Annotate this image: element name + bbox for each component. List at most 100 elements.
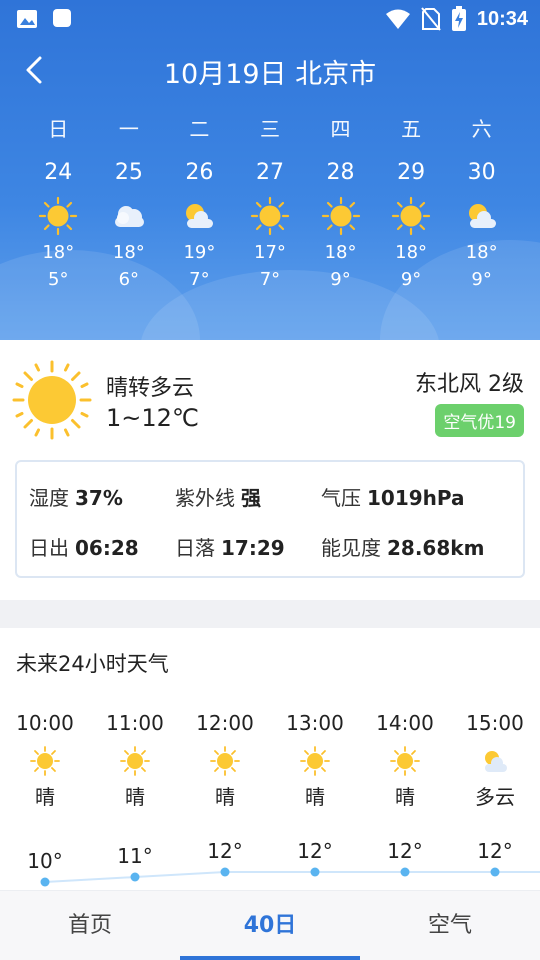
temperature-range: 1~12℃: [106, 404, 199, 432]
sun-icon: [390, 746, 420, 776]
uv-label: 紫外线: [175, 486, 235, 510]
date-label: 27: [255, 160, 284, 185]
temperature-label: 12°: [387, 839, 422, 863]
uv-item: 紫外线强: [175, 482, 321, 511]
sun-icon: [12, 360, 92, 440]
sun-icon: [250, 196, 290, 236]
temperature-point: [490, 867, 500, 877]
day-column[interactable]: 五 29 18° 9°: [376, 112, 447, 294]
today-summary: 晴转多云 1~12℃ 东北风 2级 空气优19 湿度 37% 紫外线强 气压 101…: [0, 340, 540, 600]
app-notification-icon: [53, 9, 71, 27]
temperature-line: [44, 871, 540, 883]
battery-charging-icon: [451, 6, 466, 31]
no-sim-icon: [421, 7, 441, 31]
sun-icon: [39, 196, 78, 236]
day-column[interactable]: 四 28 18° 9°: [305, 112, 376, 294]
temperature-label: 12°: [477, 839, 512, 863]
week-forecast: 日 24 18° 5° 一 25 18° 6° 二 26 19° 7° 三 27…: [23, 112, 517, 294]
bottom-navigation: 首页 40日 空气: [0, 890, 540, 960]
date-label: 24: [44, 160, 73, 185]
cloud-icon: [114, 206, 144, 227]
hour-column: 11:00 晴: [90, 708, 180, 812]
weekday-label: 六: [471, 117, 492, 141]
nav-air[interactable]: 空气: [360, 891, 540, 960]
temperature-label: 10°: [27, 849, 62, 873]
hour-condition: 晴: [125, 785, 145, 809]
hourly-list[interactable]: 10:00 晴 11:00 晴 12:00 晴 13:00 晴 14:00 晴 …: [0, 708, 540, 812]
sun-icon: [300, 746, 330, 776]
status-bar: 10:34: [0, 0, 540, 38]
high-temp: 19°: [183, 242, 216, 263]
date-label: 29: [397, 160, 426, 185]
day-column[interactable]: 三 27 17° 7°: [235, 112, 306, 294]
sun-icon: [30, 746, 60, 776]
visibility-item: 能见度 28.68km: [321, 532, 484, 561]
temperature-point: [220, 867, 230, 877]
sunrise-item: 日出 06:28: [29, 532, 175, 561]
pressure-value: 1019hPa: [367, 486, 465, 510]
partly-cloudy-icon: [485, 751, 507, 772]
nav-home[interactable]: 首页: [0, 891, 180, 960]
wifi-icon: [385, 9, 410, 29]
sunrise-label: 日出: [29, 536, 69, 560]
low-temp: 6°: [118, 269, 140, 290]
hour-time: 10:00: [16, 711, 74, 735]
day-column[interactable]: 日 24 18° 5°: [23, 112, 94, 294]
low-temp: 7°: [189, 269, 210, 290]
day-column[interactable]: 六 30 18° 9°: [446, 112, 517, 294]
sun-icon: [210, 746, 240, 776]
humidity-value: 37%: [75, 486, 123, 510]
nav-40-day-label: 40日: [243, 913, 297, 938]
hour-time: 11:00: [106, 711, 164, 735]
hour-condition: 晴: [35, 785, 55, 809]
hour-time: 14:00: [376, 711, 434, 735]
date-label: 28: [326, 160, 355, 185]
partly-cloudy-icon: [186, 204, 214, 228]
high-temp: 18°: [395, 242, 428, 263]
date-label: 30: [467, 160, 496, 185]
hour-time: 13:00: [286, 711, 344, 735]
hour-column: 12:00 晴: [180, 708, 270, 812]
condition-text: 晴转多云: [106, 376, 195, 401]
date-label: 26: [185, 160, 214, 185]
hour-condition: 晴: [395, 785, 415, 809]
hour-time: 15:00: [466, 711, 524, 735]
sunset-label: 日落: [175, 536, 215, 560]
high-temp: 17°: [254, 242, 286, 263]
day-column[interactable]: 一 25 18° 6°: [94, 112, 165, 294]
high-temp: 18°: [42, 242, 75, 263]
hour-condition: 晴: [215, 785, 235, 809]
temperature-point: [130, 872, 140, 882]
date-label: 25: [114, 160, 143, 185]
low-temp: 7°: [259, 269, 281, 290]
aqi-badge[interactable]: 空气优19: [435, 404, 524, 437]
gallery-icon: [17, 10, 37, 28]
hour-column: 15:00 多云: [450, 708, 540, 812]
temperature-label: 12°: [297, 839, 332, 863]
weekday-label: 三: [259, 117, 280, 141]
weekday-label: 一: [118, 117, 139, 141]
humidity-label: 湿度: [29, 486, 69, 510]
wind-info: 东北风 2级: [415, 372, 524, 397]
low-temp: 9°: [471, 269, 492, 290]
temperature-point: [40, 877, 50, 887]
temperature-point: [310, 867, 320, 877]
weekday-label: 二: [189, 117, 210, 141]
sun-icon: [120, 746, 150, 776]
day-column[interactable]: 二 26 19° 7°: [164, 112, 235, 294]
hour-column: 10:00 晴: [0, 708, 90, 812]
clock: 10:34: [476, 7, 528, 30]
uv-value: 强: [241, 486, 261, 510]
section-title: 未来24小时天气: [16, 652, 169, 676]
nav-40-day[interactable]: 40日: [180, 891, 360, 960]
pressure-item: 气压 1019hPa: [321, 482, 467, 511]
humidity-item: 湿度 37%: [29, 482, 175, 511]
sun-icon: [321, 196, 360, 236]
high-temp: 18°: [324, 242, 357, 263]
visibility-label: 能见度: [321, 536, 381, 560]
sun-icon: [391, 196, 431, 236]
partly-cloudy-icon: [468, 204, 496, 228]
forecast-header: 10:34 10月19日 北京市 日 24 18° 5° 一 25 18° 6°…: [0, 0, 540, 340]
weather-details-card: 湿度 37% 紫外线强 气压 1019hPa 日出 06:28 日落 17:29 能见度…: [15, 460, 525, 578]
weekday-label: 日: [48, 117, 69, 141]
